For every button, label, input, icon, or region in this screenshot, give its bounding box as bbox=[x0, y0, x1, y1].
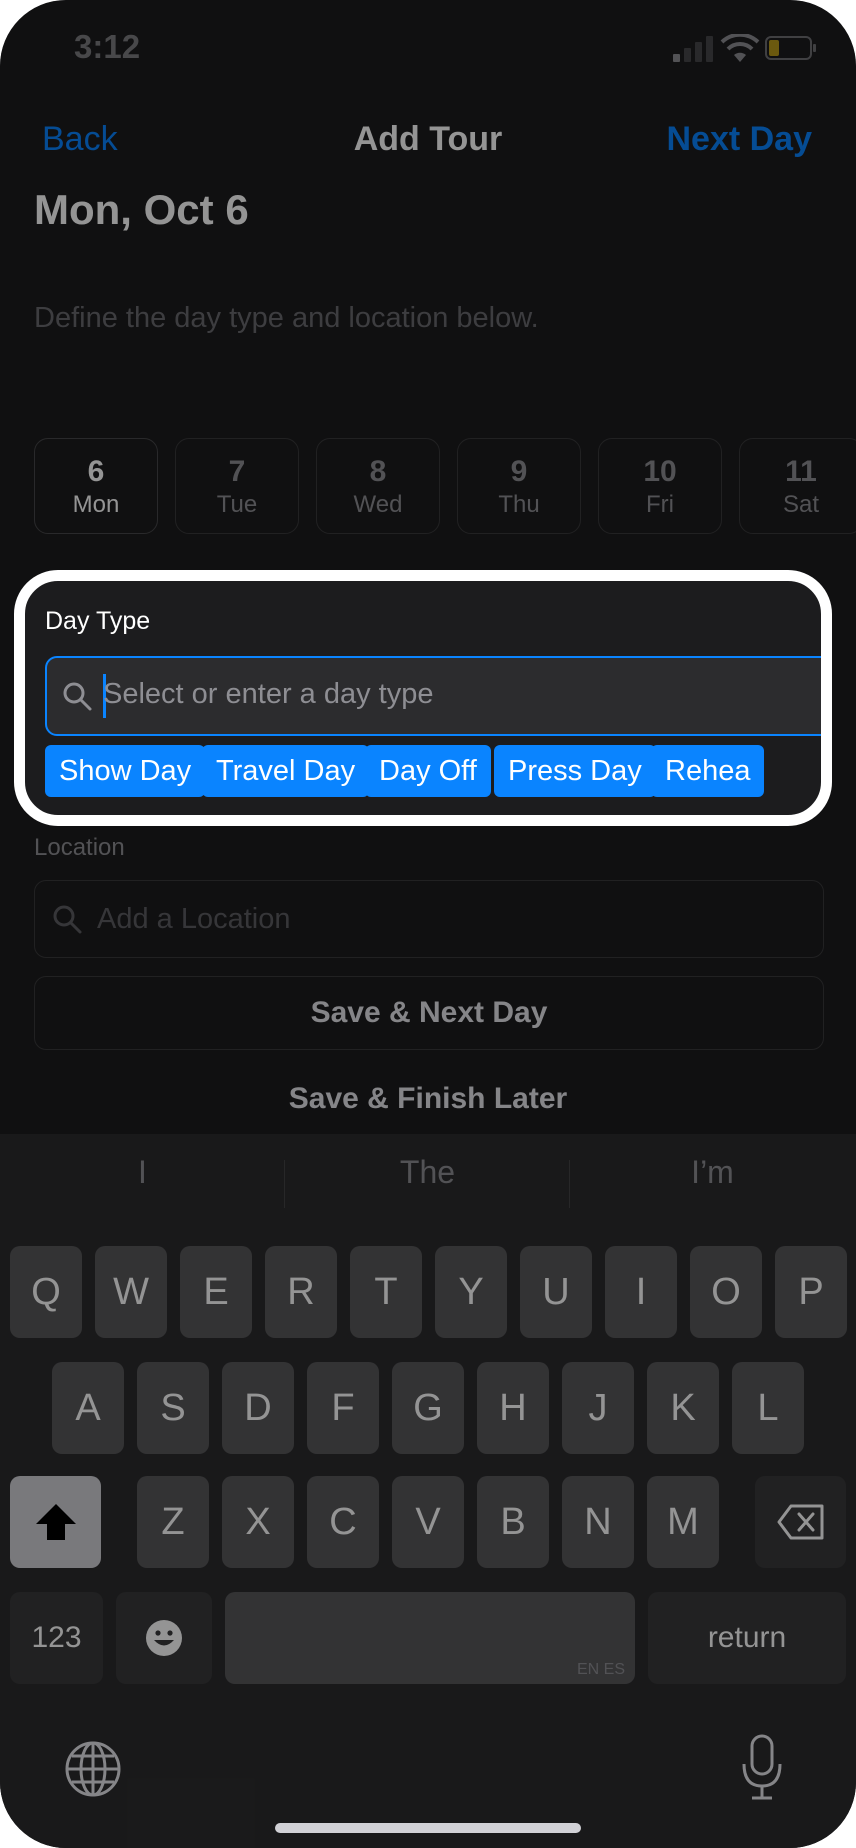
day-chip-11[interactable]: 11 Sat bbox=[739, 438, 856, 534]
key-q[interactable]: Q bbox=[10, 1246, 82, 1338]
location-label: Location bbox=[34, 834, 125, 861]
key-b[interactable]: B bbox=[477, 1476, 549, 1568]
day-type-label: Day Type bbox=[45, 607, 151, 635]
day-type-input[interactable]: Select or enter a day type bbox=[45, 656, 821, 736]
battery-icon bbox=[765, 36, 816, 60]
day-weekday: Sat bbox=[782, 491, 820, 518]
emoji-key[interactable] bbox=[116, 1592, 212, 1684]
key-z[interactable]: Z bbox=[137, 1476, 209, 1568]
day-type-panel: Day Type Select or enter a day type Show… bbox=[14, 570, 832, 826]
key-h[interactable]: H bbox=[477, 1362, 549, 1454]
search-icon bbox=[53, 905, 82, 934]
day-chip-8[interactable]: 8 Wed bbox=[316, 438, 440, 534]
day-number: 7 bbox=[228, 455, 246, 488]
return-key[interactable]: return bbox=[648, 1592, 846, 1684]
day-number: 6 bbox=[87, 455, 105, 488]
location-input[interactable]: Add a Location bbox=[34, 880, 824, 958]
shift-key[interactable] bbox=[10, 1476, 101, 1568]
space-language-hint: EN ES bbox=[576, 1661, 625, 1678]
key-w[interactable]: W bbox=[95, 1246, 167, 1338]
key-a[interactable]: A bbox=[52, 1362, 124, 1454]
day-number: 8 bbox=[369, 455, 387, 488]
key-p[interactable]: P bbox=[775, 1246, 847, 1338]
save-next-day-button[interactable]: Save & Next Day bbox=[34, 976, 824, 1050]
suggestion-3[interactable]: I’m bbox=[570, 1154, 855, 1191]
phone-screen: 3:12 Add Tour Back Next Day Mon, Oct 6 D… bbox=[0, 0, 856, 1848]
day-number: 11 bbox=[785, 455, 817, 488]
key-f[interactable]: F bbox=[307, 1362, 379, 1454]
key-k[interactable]: K bbox=[647, 1362, 719, 1454]
key-d[interactable]: D bbox=[222, 1362, 294, 1454]
numbers-key[interactable]: 123 bbox=[10, 1592, 103, 1684]
key-i[interactable]: I bbox=[605, 1246, 677, 1338]
day-type-option-press-day[interactable]: Press Day bbox=[494, 745, 656, 797]
home-indicator bbox=[275, 1823, 581, 1833]
day-type-option-day-off[interactable]: Day Off bbox=[365, 745, 491, 797]
day-chip-9[interactable]: 9 Thu bbox=[457, 438, 581, 534]
backspace-icon bbox=[777, 1504, 823, 1540]
day-weekday: Fri bbox=[646, 491, 674, 518]
next-day-button[interactable]: Next Day bbox=[666, 120, 812, 159]
day-type-option-travel-day[interactable]: Travel Day bbox=[202, 745, 370, 797]
key-e[interactable]: E bbox=[180, 1246, 252, 1338]
save-finish-later-button[interactable]: Save & Finish Later bbox=[0, 1082, 856, 1116]
key-j[interactable]: J bbox=[562, 1362, 634, 1454]
day-weekday: Wed bbox=[353, 491, 403, 518]
key-r[interactable]: R bbox=[265, 1246, 337, 1338]
key-o[interactable]: O bbox=[690, 1246, 762, 1338]
status-time: 3:12 bbox=[74, 28, 141, 65]
day-chip-7[interactable]: 7 Tue bbox=[175, 438, 299, 534]
page-subtitle: Define the day type and location below. bbox=[34, 302, 539, 334]
key-t[interactable]: T bbox=[350, 1246, 422, 1338]
key-u[interactable]: U bbox=[520, 1246, 592, 1338]
wifi-icon bbox=[720, 34, 760, 62]
key-s[interactable]: S bbox=[137, 1362, 209, 1454]
shift-icon bbox=[35, 1504, 76, 1540]
day-number: 10 bbox=[643, 455, 677, 488]
key-x[interactable]: X bbox=[222, 1476, 294, 1568]
day-weekday: Mon bbox=[72, 491, 120, 518]
key-v[interactable]: V bbox=[392, 1476, 464, 1568]
day-weekday: Tue bbox=[216, 491, 258, 518]
delete-key[interactable] bbox=[755, 1476, 846, 1568]
cellular-signal-icon bbox=[673, 36, 713, 62]
suggestion-2[interactable]: The bbox=[285, 1154, 570, 1191]
day-chip-10[interactable]: 10 Fri bbox=[598, 438, 722, 534]
microphone-icon[interactable] bbox=[740, 1734, 784, 1802]
day-type-option-rehearsal[interactable]: Rehea bbox=[651, 745, 765, 797]
day-weekday: Thu bbox=[498, 491, 540, 518]
day-type-placeholder: Select or enter a day type bbox=[103, 678, 434, 710]
day-type-option-show-day[interactable]: Show Day bbox=[45, 745, 206, 797]
location-placeholder: Add a Location bbox=[97, 903, 291, 935]
page-title: Mon, Oct 6 bbox=[34, 186, 249, 233]
key-n[interactable]: N bbox=[562, 1476, 634, 1568]
suggestion-1[interactable]: I bbox=[0, 1154, 285, 1191]
key-g[interactable]: G bbox=[392, 1362, 464, 1454]
space-key[interactable]: EN ES bbox=[225, 1592, 635, 1684]
key-y[interactable]: Y bbox=[435, 1246, 507, 1338]
key-l[interactable]: L bbox=[732, 1362, 804, 1454]
back-button[interactable]: Back bbox=[42, 120, 118, 159]
day-chip-6[interactable]: 6 Mon bbox=[34, 438, 158, 534]
key-m[interactable]: M bbox=[647, 1476, 719, 1568]
globe-icon[interactable] bbox=[64, 1740, 122, 1798]
day-number: 9 bbox=[510, 455, 528, 488]
search-icon bbox=[63, 682, 92, 711]
key-c[interactable]: C bbox=[307, 1476, 379, 1568]
keyboard: I The I’m Q W E R T Y U I O P A S D F G … bbox=[0, 1134, 856, 1848]
emoji-icon bbox=[146, 1620, 182, 1656]
